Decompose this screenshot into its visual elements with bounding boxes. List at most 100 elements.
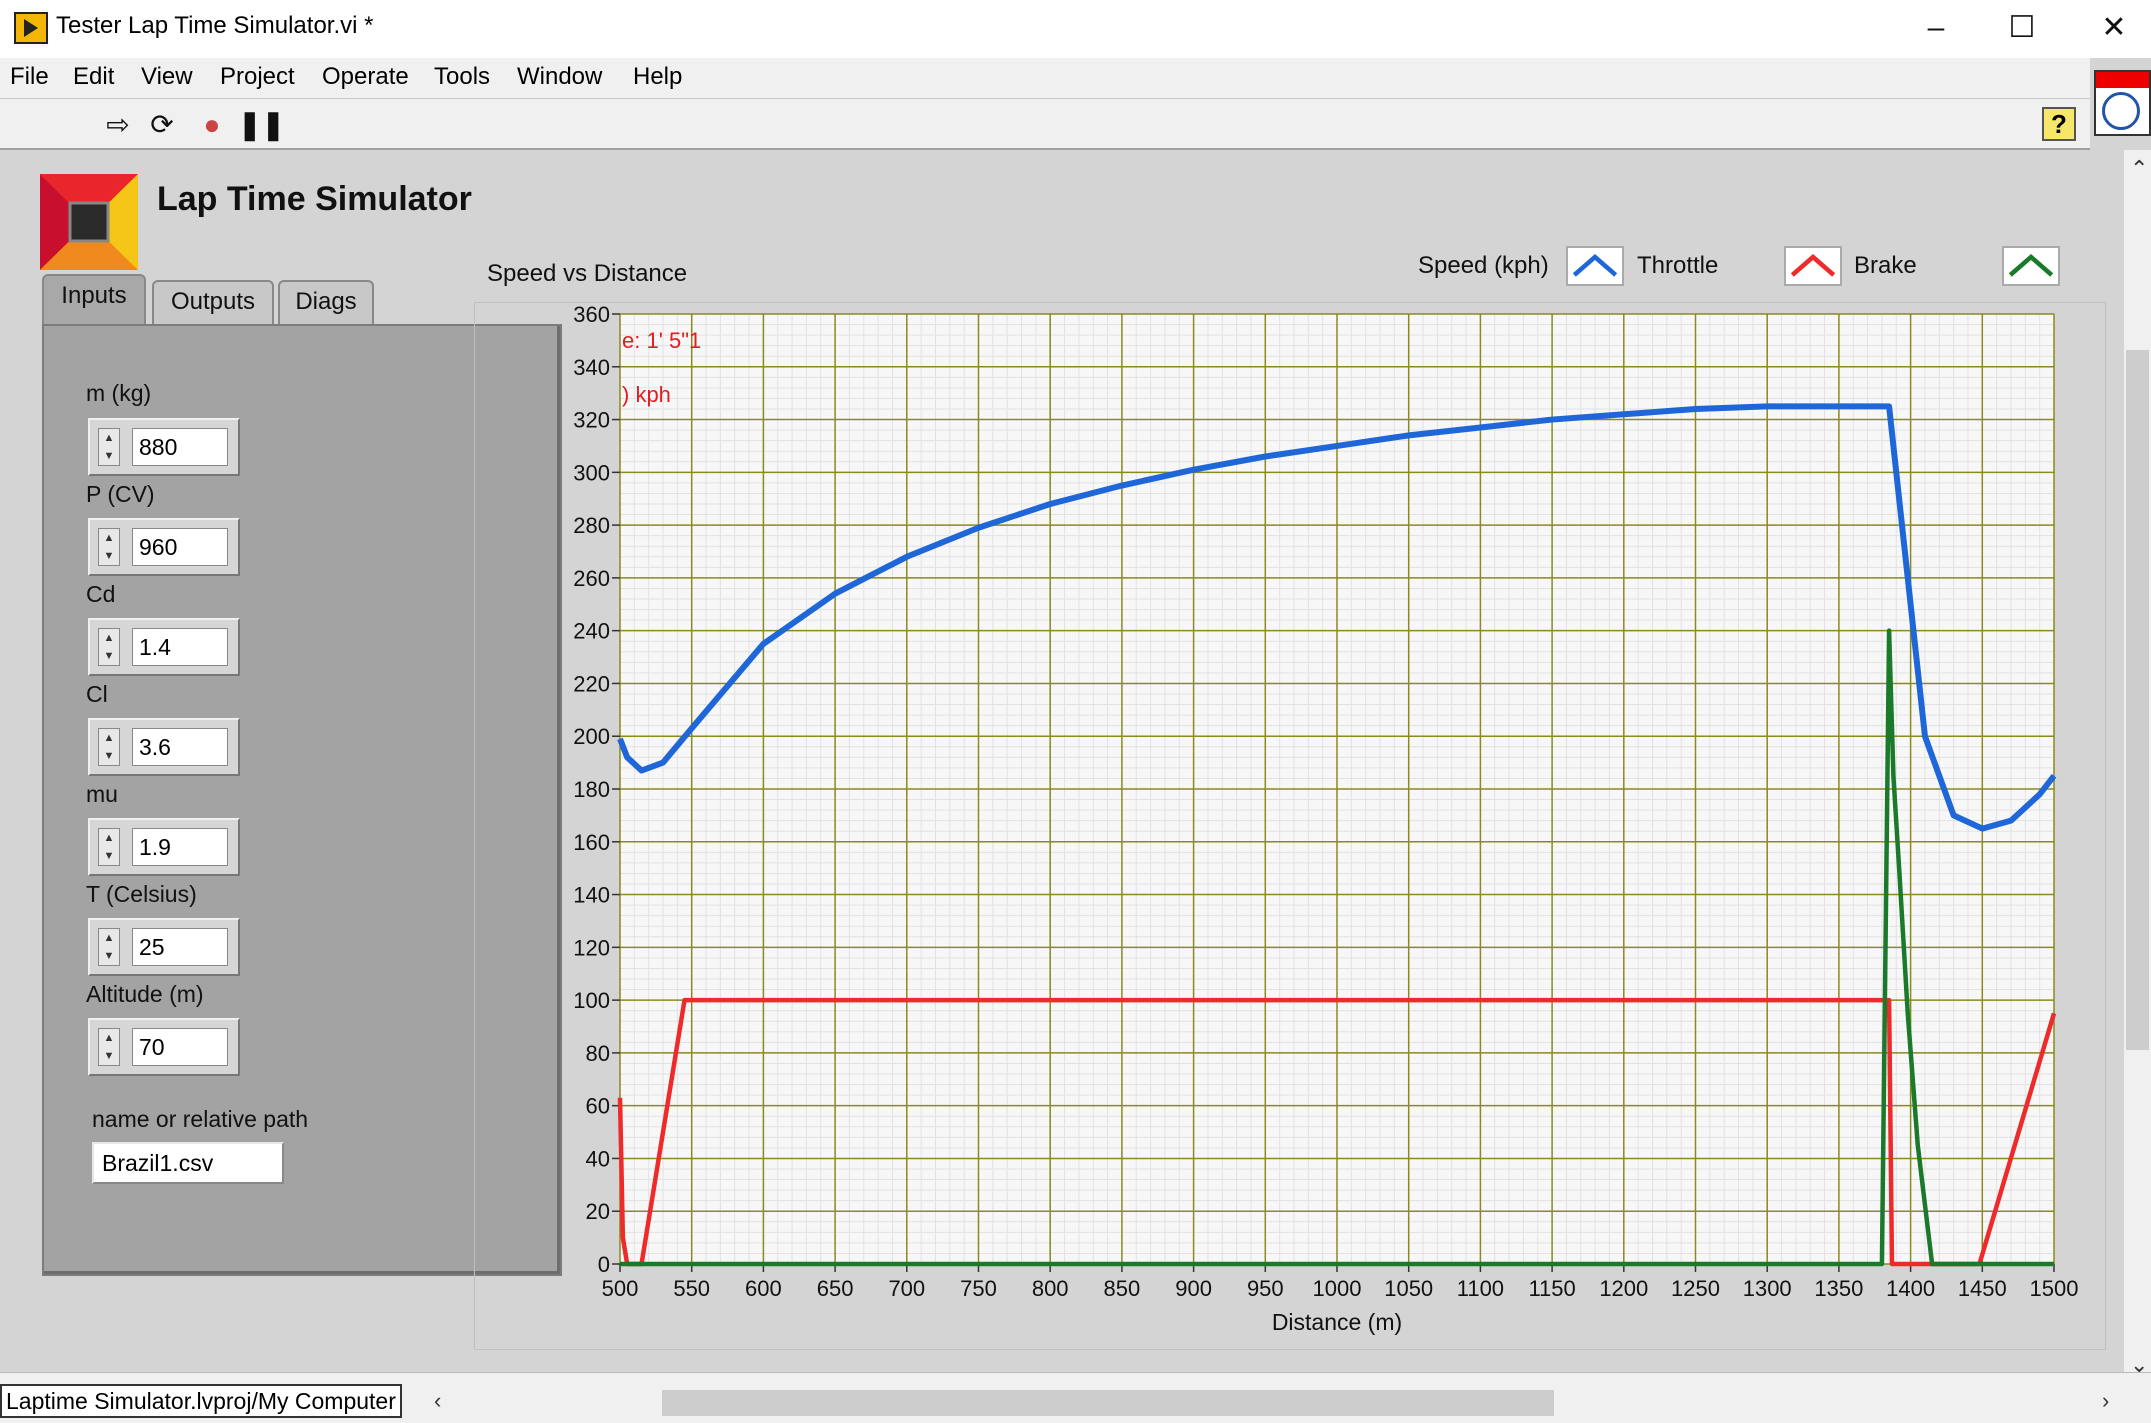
y-tick-label: 300 [573,460,610,485]
x-tick-label: 1400 [1886,1276,1935,1301]
y-tick-label: 80 [586,1041,610,1066]
minimize-button[interactable]: – [1906,6,1966,50]
x-tick-label: 1100 [1457,1276,1504,1301]
x-tick-label: 650 [817,1276,854,1301]
menu-help[interactable]: Help [633,63,682,91]
y-tick-label: 200 [573,724,610,749]
scroll-left-icon[interactable]: ‹ [434,1388,441,1414]
pause-icon[interactable]: ❚❚ [238,109,285,141]
menu-window[interactable]: Window [517,63,602,91]
tab-outputs[interactable]: Outputs [152,280,274,326]
x-tick-label: 1000 [1313,1276,1362,1301]
y-tick-label: 140 [573,883,610,908]
legend-brake-label: Brake [1854,252,1917,279]
menu-file[interactable]: File [10,63,49,91]
labview-app-icon [14,12,48,44]
vertical-scroll-thumb[interactable] [2126,350,2149,1050]
x-tick-label: 1150 [1528,1276,1575,1301]
cl-label: Cl [86,681,108,707]
y-tick-label: 340 [573,355,610,380]
cd-input[interactable]: 1.4 [132,628,228,666]
menu-edit[interactable]: Edit [73,63,114,91]
chart-annotation-speed: ) kph [622,382,671,407]
temperature-label: T (Celsius) [86,881,197,907]
y-tick-label: 60 [586,1094,610,1119]
mu-numeric-control: ▲ ▼ 1.9 [88,818,240,876]
x-tick-label: 750 [960,1276,997,1301]
app-title: Lap Time Simulator [157,180,472,218]
menu-tools[interactable]: Tools [434,63,490,91]
altitude-numeric-control: ▲ ▼ 70 [88,1018,240,1076]
x-tick-label: 850 [1104,1276,1141,1301]
context-help-icon[interactable]: ? [2042,107,2076,141]
menu-project[interactable]: Project [220,63,295,91]
x-tick-label: 950 [1247,1276,1284,1301]
title-bar: Tester Lap Time Simulator.vi * – ☐ ✕ [0,0,2151,58]
maximize-button[interactable]: ☐ [1992,6,2052,50]
temperature-stepper-icon[interactable]: ▲ ▼ [98,928,120,966]
tab-inputs[interactable]: Inputs [42,274,146,330]
y-tick-label: 160 [573,830,610,855]
toolbar: ⇨ ⟳ ● ❚❚ ? [0,98,2090,150]
legend-throttle-swatch[interactable] [1784,246,1842,286]
mass-input[interactable]: 880 [132,428,228,466]
y-axis: 0 20 40 60 80 100 120 140 160 180 200 220 240 260 280 3… [573,302,620,1277]
vi-icon-glyph [2102,92,2140,130]
cl-numeric-control: ▲ ▼ 3.6 [88,718,240,776]
x-tick-label: 1200 [1599,1276,1648,1301]
run-icon[interactable]: ⇨ [102,109,134,141]
cl-input[interactable]: 3.6 [132,728,228,766]
temperature-input[interactable]: 25 [132,928,228,966]
project-context-label: Laptime Simulator.lvproj/My Computer [0,1384,402,1418]
legend-brake-swatch[interactable] [2002,246,2060,286]
y-tick-label: 220 [573,671,610,696]
power-input[interactable]: 960 [132,528,228,566]
x-tick-label: 500 [602,1276,639,1301]
x-tick-label: 700 [888,1276,925,1301]
y-tick-label: 360 [573,302,610,327]
x-tick-label: 1300 [1743,1276,1792,1301]
altitude-label: Altitude (m) [86,981,204,1007]
legend-speed-label: Speed (kph) [1418,252,1549,279]
menu-view[interactable]: View [141,63,193,91]
graph-title: Speed vs Distance [487,260,688,287]
x-tick-label: 600 [745,1276,782,1301]
y-tick-label: 260 [573,566,610,591]
vi-icon[interactable] [2094,70,2151,136]
menu-bar: File Edit View Project Operate Tools Win… [0,58,2090,98]
temperature-numeric-control: ▲ ▼ 25 [88,918,240,976]
mass-label: m (kg) [86,380,152,406]
x-axis: 500 550 600 650 700 750 800 850 900 950 1000 1050 11… [602,1264,2079,1301]
cl-stepper-icon[interactable]: ▲ ▼ [98,728,120,766]
mu-input[interactable]: 1.9 [132,828,228,866]
y-tick-label: 0 [598,1252,610,1277]
menu-operate[interactable]: Operate [322,63,409,91]
y-tick-label: 20 [586,1199,610,1224]
horizontal-scroll-thumb[interactable] [662,1390,1554,1416]
x-tick-label: 800 [1032,1276,1069,1301]
cd-stepper-icon[interactable]: ▲ ▼ [98,628,120,666]
scroll-right-icon[interactable]: › [2102,1388,2109,1414]
chart-annotation-lap-time: e: 1' 5"1 [622,328,701,353]
scroll-up-icon[interactable]: ⌃ [2130,156,2148,182]
x-tick-label: 1250 [1671,1276,1720,1301]
cd-numeric-control: ▲ ▼ 1.4 [88,618,240,676]
tab-diags[interactable]: Diags [278,280,374,326]
mass-stepper-icon[interactable]: ▲ ▼ [98,428,120,466]
abort-icon[interactable]: ● [196,109,228,141]
legend-speed-swatch[interactable] [1566,246,1624,286]
altitude-stepper-icon[interactable]: ▲ ▼ [98,1028,120,1066]
grid [619,313,2055,1265]
y-tick-label: 100 [573,988,610,1013]
file-path-input[interactable]: Brazil1.csv [92,1142,284,1184]
mu-stepper-icon[interactable]: ▲ ▼ [98,828,120,866]
run-continuously-icon[interactable]: ⟳ [146,109,178,141]
x-tick-label: 1500 [2030,1276,2079,1301]
close-button[interactable]: ✕ [2084,6,2144,50]
x-tick-label: 1350 [1814,1276,1863,1301]
altitude-input[interactable]: 70 [132,1028,228,1066]
y-tick-label: 180 [573,777,610,802]
power-stepper-icon[interactable]: ▲ ▼ [98,528,120,566]
y-tick-label: 120 [573,935,610,960]
y-tick-label: 40 [586,1146,610,1171]
